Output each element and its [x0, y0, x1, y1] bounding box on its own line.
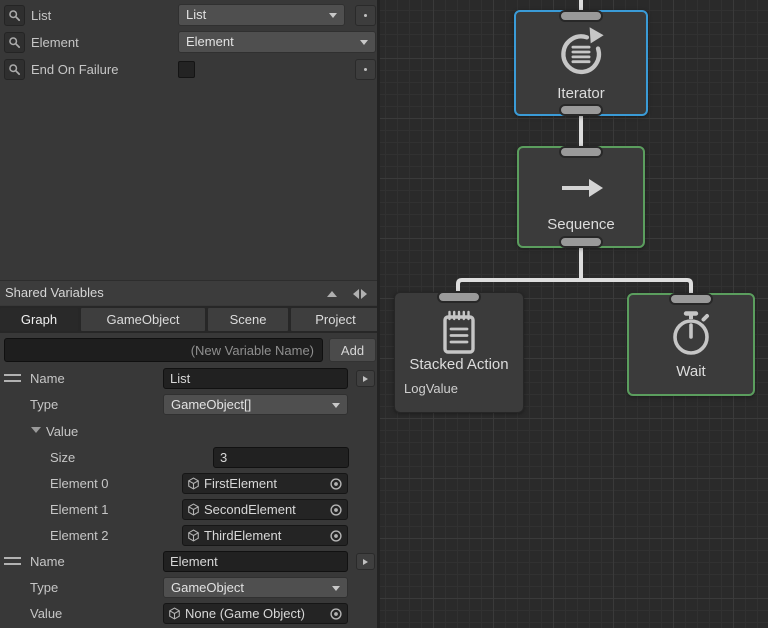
- dot-icon: [364, 68, 367, 71]
- gameobject-cube-icon: [187, 503, 200, 516]
- node-iterator[interactable]: Iterator: [514, 10, 648, 116]
- element-0-label: Element 0: [50, 473, 109, 494]
- variable-type-label: Type: [30, 577, 58, 598]
- chevron-down-icon: [360, 40, 368, 45]
- iterator-icon: [553, 24, 609, 80]
- variable-options-button[interactable]: [356, 553, 375, 570]
- node-sublabel: LogValue: [404, 381, 458, 396]
- add-variable-button[interactable]: Add: [329, 338, 376, 362]
- input-connector[interactable]: [559, 146, 603, 158]
- tab-graph[interactable]: Graph: [0, 308, 78, 331]
- variable-name-input[interactable]: [163, 551, 348, 572]
- shared-variables-header[interactable]: Shared Variables: [0, 280, 380, 305]
- node-wait[interactable]: Wait: [627, 293, 755, 396]
- chevron-right-icon: [363, 559, 368, 565]
- variable-scope-tabs: Graph GameObject Scene Project: [0, 306, 380, 333]
- variable-name-label: Name: [30, 368, 65, 389]
- new-variable-name-input[interactable]: [4, 338, 323, 362]
- object-field-value: None (Game Object): [181, 606, 329, 621]
- element-2-label: Element 2: [50, 525, 109, 546]
- foldout-icon[interactable]: [31, 427, 41, 433]
- gameobject-cube-icon: [187, 477, 200, 490]
- output-connector[interactable]: [559, 104, 603, 116]
- variable-type-label: Type: [30, 394, 58, 415]
- variable-type-dropdown[interactable]: GameObject: [163, 577, 348, 598]
- search-button[interactable]: [4, 59, 25, 80]
- behavior-designer-window: List List Element Element End On Failure…: [0, 0, 768, 628]
- chevron-down-icon: [332, 403, 340, 408]
- tab-project[interactable]: Project: [291, 308, 380, 331]
- field-label-end-on-failure: End On Failure: [31, 59, 118, 80]
- inspector-panel: List List Element Element End On Failure…: [0, 0, 380, 628]
- dropdown-value: GameObject: [171, 580, 244, 595]
- variable-options-button[interactable]: [356, 370, 375, 387]
- shared-variable-toggle-button[interactable]: [355, 5, 376, 26]
- resize-handle-icon[interactable]: [353, 289, 367, 299]
- shared-variables-title: Shared Variables: [5, 285, 104, 300]
- search-button[interactable]: [4, 5, 25, 26]
- variable-value-label: Value: [30, 603, 62, 624]
- object-field-value: FirstElement: [200, 476, 329, 491]
- search-icon: [8, 63, 21, 76]
- input-connector[interactable]: [669, 293, 713, 305]
- collapse-icon[interactable]: [327, 291, 337, 297]
- search-icon: [8, 36, 21, 49]
- object-picker-icon[interactable]: [329, 477, 343, 491]
- gameobject-cube-icon: [168, 607, 181, 620]
- chevron-down-icon: [329, 13, 337, 18]
- stopwatch-icon: [664, 305, 718, 361]
- chevron-right-icon: [363, 376, 368, 382]
- object-picker-icon[interactable]: [329, 529, 343, 543]
- object-field-value: SecondElement: [200, 502, 329, 517]
- array-size-label: Size: [50, 447, 75, 468]
- tab-scene[interactable]: Scene: [208, 308, 288, 331]
- notepad-icon: [434, 307, 484, 359]
- variable-name-label: Name: [30, 551, 65, 572]
- node-label: Sequence: [519, 216, 643, 233]
- object-picker-icon[interactable]: [329, 503, 343, 517]
- drag-handle-icon[interactable]: [4, 374, 21, 382]
- input-connector[interactable]: [559, 10, 603, 22]
- variable-name-input[interactable]: [163, 368, 348, 389]
- gameobject-cube-icon: [187, 529, 200, 542]
- behavior-tree-graph[interactable]: Iterator Sequence: [380, 0, 768, 628]
- element-variable-dropdown[interactable]: Element: [178, 31, 376, 53]
- dot-icon: [364, 14, 367, 17]
- field-label-element: Element: [31, 32, 79, 53]
- node-sequence[interactable]: Sequence: [517, 146, 645, 248]
- chevron-down-icon: [332, 586, 340, 591]
- drag-handle-icon[interactable]: [4, 557, 21, 565]
- element-1-label: Element 1: [50, 499, 109, 520]
- array-size-input[interactable]: [213, 447, 349, 468]
- output-connector[interactable]: [559, 236, 603, 248]
- tab-gameobject[interactable]: GameObject: [81, 308, 205, 331]
- search-icon: [8, 9, 21, 22]
- dropdown-value: List: [186, 7, 206, 22]
- node-label: Wait: [629, 363, 753, 380]
- element-2-object-field[interactable]: ThirdElement: [182, 525, 348, 546]
- node-label: Iterator: [516, 85, 646, 102]
- shared-variable-toggle-button[interactable]: [355, 59, 376, 80]
- end-on-failure-checkbox[interactable]: [178, 61, 195, 78]
- field-label-list: List: [31, 5, 51, 26]
- variable-value-label: Value: [46, 421, 78, 442]
- list-variable-dropdown[interactable]: List: [178, 4, 345, 26]
- search-button[interactable]: [4, 32, 25, 53]
- object-picker-icon[interactable]: [329, 607, 343, 621]
- object-field-value: ThirdElement: [200, 528, 329, 543]
- variable-value-object-field[interactable]: None (Game Object): [163, 603, 348, 624]
- sequence-arrow-icon: [554, 172, 608, 204]
- input-connector[interactable]: [437, 291, 481, 303]
- node-label: Stacked Action: [395, 356, 523, 373]
- dropdown-value: Element: [186, 34, 234, 49]
- node-stacked-action[interactable]: Stacked Action LogValue: [394, 292, 524, 413]
- element-0-object-field[interactable]: FirstElement: [182, 473, 348, 494]
- element-1-object-field[interactable]: SecondElement: [182, 499, 348, 520]
- variable-type-dropdown[interactable]: GameObject[]: [163, 394, 348, 415]
- dropdown-value: GameObject[]: [171, 397, 251, 412]
